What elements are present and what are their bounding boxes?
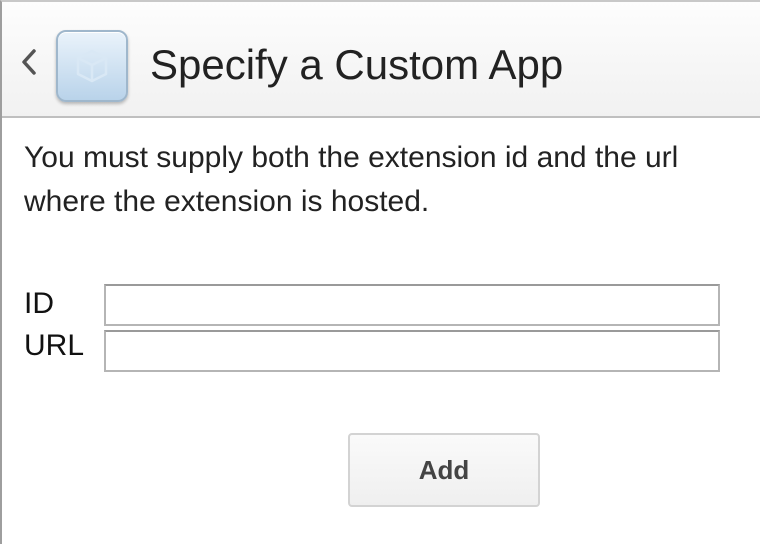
id-label: ID <box>24 287 54 320</box>
url-input[interactable] <box>104 330 720 372</box>
page-title: Specify a Custom App <box>150 41 564 88</box>
back-button[interactable] <box>16 42 42 82</box>
chevron-left-icon <box>22 49 36 75</box>
panel-header: Specify a Custom App <box>2 2 760 118</box>
instructions-text: You must supply both the extension id an… <box>24 141 679 218</box>
url-label: URL <box>24 329 85 362</box>
custom-app-panel: Specify a Custom App You must supply bot… <box>0 0 760 544</box>
app-cube-icon <box>56 30 128 102</box>
add-button[interactable]: Add <box>348 433 540 507</box>
id-input[interactable] <box>104 284 720 326</box>
